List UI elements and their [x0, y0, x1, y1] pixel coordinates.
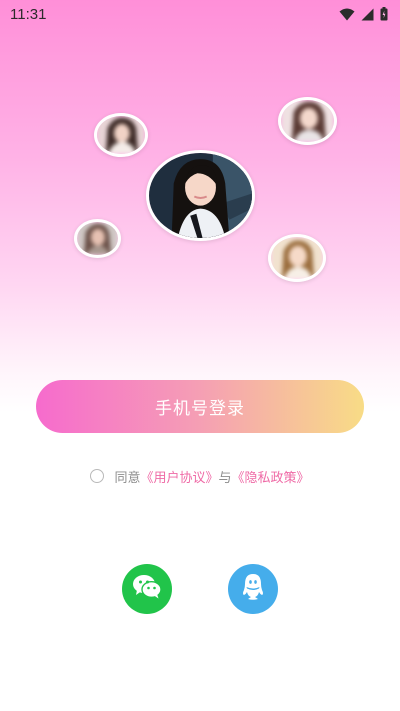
qq-icon — [241, 573, 265, 605]
wifi-icon — [339, 8, 355, 21]
avatar-bottom-right — [268, 234, 326, 282]
agreement-row: 同意 《用户协议》 与 《隐私政策》 — [0, 465, 400, 487]
phone-login-button[interactable]: 手机号登录 — [36, 380, 364, 433]
avatar-mid-left — [74, 219, 121, 258]
avatar-top-left — [94, 113, 148, 157]
avatar-main — [146, 150, 255, 241]
privacy-policy-link[interactable]: 《隐私政策》 — [232, 467, 310, 486]
battery-icon — [380, 7, 388, 21]
agree-conjunction: 与 — [218, 470, 232, 486]
agree-checkbox[interactable] — [90, 469, 105, 483]
status-bar: 11:31 — [0, 0, 400, 28]
user-agreement-link[interactable]: 《用户协议》 — [140, 467, 218, 486]
wechat-icon — [132, 574, 162, 604]
status-icons — [339, 7, 388, 21]
wechat-login-button[interactable] — [122, 564, 172, 614]
signal-icon — [361, 8, 374, 21]
qq-login-button[interactable] — [228, 564, 278, 614]
avatar-top-right — [278, 97, 337, 145]
status-time: 11:31 — [10, 5, 47, 23]
agree-prefix: 同意 — [114, 470, 141, 486]
